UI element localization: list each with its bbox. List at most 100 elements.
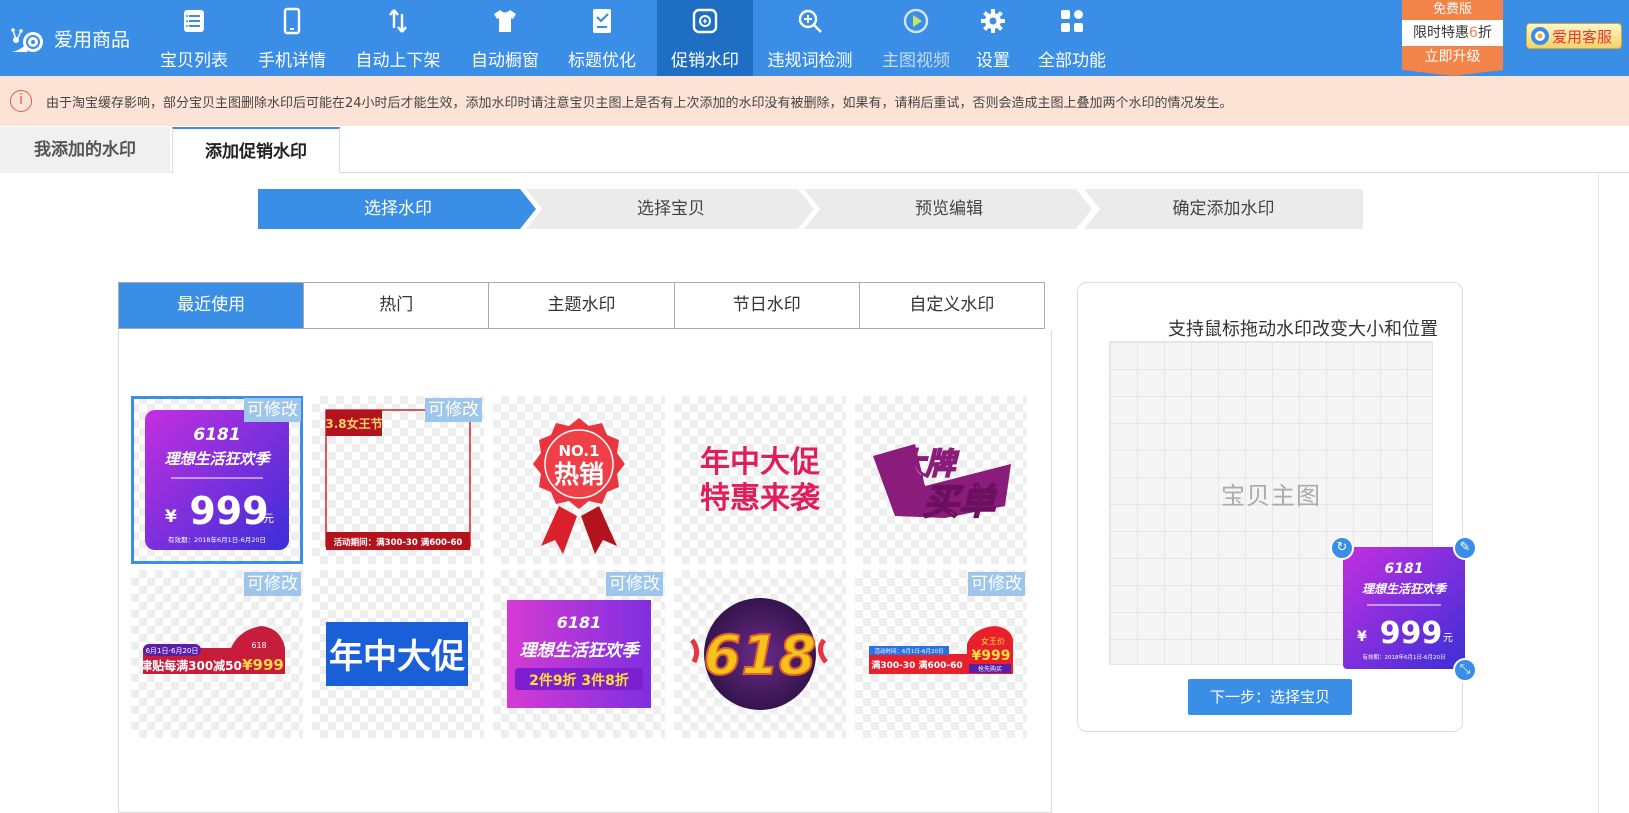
watermark-card-no1-hot[interactable]: NO.1 热销 — [493, 396, 665, 564]
tshirt-icon — [494, 10, 516, 32]
wm-brand: 618 — [251, 641, 266, 650]
watermark-card-womens-day[interactable]: 3.8女王节 活动期间：满300-30 满600-60 可修改 — [312, 396, 484, 564]
wm-line2: 特惠来袭 — [700, 481, 821, 516]
step-confirm-add: 确定添加水印 — [1084, 189, 1363, 229]
rotate-handle-icon[interactable]: ↻ — [1330, 536, 1354, 560]
edit-handle-icon[interactable]: ✎ — [1453, 536, 1477, 560]
nav-item-title-optimize[interactable]: 标题优化 — [558, 0, 646, 76]
watermark-card-queen-price[interactable]: 活动时间：6月1日-6月20日 满300-30 满600-60 女王价 ¥999… — [855, 570, 1027, 738]
watermark-card-618-carnival[interactable]: 6181 理想生活狂欢季 ¥ 999 元 有效期：2018年6月1日-6月20日… — [131, 396, 303, 564]
plan-tier: 免费版 — [1402, 0, 1503, 20]
editable-badge: 可修改 — [968, 572, 1025, 596]
tab-recently-used[interactable]: 最近使用 — [119, 283, 304, 328]
nav-item-all-features[interactable]: 全部功能 — [1030, 0, 1114, 76]
upgrade-badge[interactable]: 免费版 限时特惠6折 立即升级 — [1402, 0, 1503, 76]
wm-unit: 元 — [1443, 633, 1453, 644]
nav-item-auto-showcase[interactable]: 自动橱窗 — [460, 0, 550, 76]
nav-item-main-video[interactable]: 主图视频 — [872, 0, 960, 76]
app-logo[interactable]: 爱用商品 — [8, 18, 130, 58]
step-label: 预览编辑 — [915, 199, 983, 219]
step-preview-edit: 预览编辑 — [804, 189, 1094, 229]
wm-tag: 3.8女王节 — [325, 416, 382, 431]
editable-badge: 可修改 — [425, 398, 482, 422]
preview-watermark[interactable]: 6181 理想生活狂欢季 ¥ 999 元 有效期：2018年6月1日-6月20日 — [1343, 547, 1465, 669]
next-select-item-button[interactable]: 下一步：选择宝贝 — [1188, 679, 1352, 715]
wm-cta: 抢先购买 — [978, 665, 1002, 673]
wm-period: 有效期：2018年6月1日-6月20日 — [1363, 653, 1446, 661]
wm-main: 热销 — [554, 460, 604, 489]
preview-tip: 支持鼠标拖动水印改变大小和位置 — [1168, 319, 1438, 340]
nav-label: 标题优化 — [568, 51, 636, 71]
wm-currency: ¥ — [165, 507, 177, 527]
wm-currency: ¥ — [1357, 629, 1367, 645]
watermark-card-618-circle[interactable]: 618 — [674, 570, 846, 738]
watermark-preview: NO.1 热销 — [533, 418, 625, 554]
nav-item-settings[interactable]: 设置 — [968, 0, 1018, 76]
nav-item-promo-watermark[interactable]: 促销水印 — [657, 0, 753, 76]
tab-custom-watermark[interactable]: 自定义水印 — [858, 283, 1044, 328]
watermark-card-618-discount[interactable]: 6181 理想生活狂欢季 2件9折 3件8折 可修改 — [493, 570, 665, 738]
magnify-icon — [798, 9, 822, 33]
watermark-preview: 年中大促 — [326, 622, 468, 686]
wm-main: 618 — [704, 624, 817, 687]
content-border — [1598, 173, 1599, 813]
nav-label: 促销水印 — [671, 51, 739, 71]
updown-arrows-icon — [389, 9, 407, 33]
resize-handle-icon[interactable]: ⤡ — [1453, 658, 1477, 682]
step-label: 确定添加水印 — [1172, 199, 1275, 219]
tab-popular[interactable]: 热门 — [303, 283, 488, 328]
wm-date: 活动时间：6月1日-6月20日 — [875, 647, 944, 655]
wm-date: 6月1日-6月20日 — [146, 647, 199, 655]
wm-title: 理想生活狂欢季 — [164, 450, 271, 468]
phone-icon — [283, 7, 301, 35]
watermark-card-big-brand[interactable]: 大牌 买单 — [855, 396, 1027, 564]
wm-price: ¥999 — [242, 656, 284, 674]
tab-add-promo-watermark[interactable]: 添加促销水印 — [172, 127, 340, 174]
watermark-gallery: 6181 理想生活狂欢季 ¥ 999 元 有效期：2018年6月1日-6月20日… — [118, 330, 1052, 813]
wm-brand: 6181 — [557, 613, 602, 632]
info-icon: i — [10, 90, 32, 112]
gear-icon — [981, 9, 1005, 33]
editable-badge: 可修改 — [244, 398, 301, 422]
wm-main: 年中大促 — [329, 637, 465, 677]
tab-my-watermarks[interactable]: 我添加的水印 — [0, 127, 170, 173]
customer-service-button[interactable]: 爱用客服 — [1526, 23, 1622, 49]
wm-title: 理想生活狂欢季 — [1362, 582, 1448, 596]
watermark-card-midyear-deal[interactable]: 年中大促 特惠来袭 — [674, 396, 846, 564]
preview-panel: 支持鼠标拖动水印改变大小和位置 宝贝主图 6181 理想生活狂欢季 ¥ 999 … — [1077, 282, 1477, 732]
watermark-preview: 大牌 买单 — [873, 444, 1011, 524]
step-label: 选择水印 — [364, 199, 432, 219]
app-name: 爱用商品 — [54, 28, 131, 51]
tab-theme-watermark[interactable]: 主题水印 — [488, 283, 673, 328]
watermark-card-subsidy-banner[interactable]: 6月1日-6月20日 618 津贴每满300减50 ¥999 可修改 — [131, 570, 303, 738]
nav-label: 自动上下架 — [355, 51, 441, 71]
upgrade-button[interactable]: 立即升级 — [1402, 46, 1503, 70]
nav-item-mobile-detail[interactable]: 手机详情 — [248, 0, 336, 76]
wm-line1: 大牌 — [895, 447, 960, 482]
wm-main: 满300-30 满600-60 — [871, 659, 962, 671]
notice-text: 由于淘宝缓存影响，部分宝贝主图删除水印后可能在24小时后才能生效，添加水印时请注… — [46, 96, 1233, 111]
wm-unit: 元 — [263, 512, 274, 525]
wm-top: NO.1 — [558, 442, 599, 460]
nav-item-item-list[interactable]: 宝贝列表 — [150, 0, 238, 76]
wm-main: 津贴每满300减50 — [140, 658, 242, 673]
snail-logo-icon — [11, 28, 43, 52]
main-image-placeholder: 宝贝主图 — [1221, 482, 1321, 510]
nav-label: 宝贝列表 — [160, 51, 228, 71]
nav-item-auto-listing[interactable]: 自动上下架 — [346, 0, 450, 76]
preview-canvas: 宝贝主图 6181 理想生活狂欢季 ¥ 999 元 有效期：2018年6月1日-… — [1109, 341, 1477, 682]
page-tabs: 我添加的水印 添加促销水印 — [0, 127, 1629, 174]
nav-item-violation-check[interactable]: 违规词检测 — [760, 0, 860, 76]
tab-holiday-watermark[interactable]: 节日水印 — [673, 283, 859, 328]
nav-label: 手机详情 — [258, 51, 326, 71]
wm-label: 女王价 — [981, 636, 1005, 646]
wm-brand: 6181 — [1385, 561, 1424, 577]
play-icon — [903, 8, 929, 34]
list-icon — [184, 10, 204, 32]
watermark-preview: 618 — [689, 598, 828, 710]
watermark-card-midyear-blue[interactable]: 年中大促 — [312, 570, 484, 738]
editable-badge: 可修改 — [244, 572, 301, 596]
document-check-icon — [593, 9, 611, 33]
wm-brand: 6181 — [193, 425, 240, 445]
watermark-icon — [692, 8, 718, 34]
